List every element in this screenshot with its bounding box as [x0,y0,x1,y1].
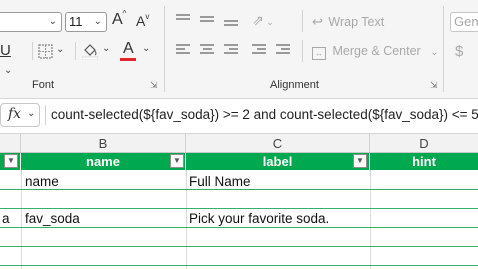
font-color-icon: A [123,40,134,57]
merge-center-button[interactable]: ↔ Merge & Center ⌄ [312,44,439,60]
fx-icon: fx [8,106,22,122]
cell-c-row1[interactable]: Full Name [189,174,251,189]
header-cell-hint[interactable]: hint [370,153,478,170]
shrink-font-button[interactable]: Av [136,12,156,33]
font-size-value: 11 [69,14,83,29]
header-cell-name[interactable]: name ▼ [21,153,186,170]
font-dialog-launcher-icon[interactable]: ⇲ [150,80,158,91]
filter-dropdown-icon[interactable]: ▼ [4,154,18,168]
shrink-font-icon: A [136,13,146,29]
font-color-button[interactable]: A ⌄ [120,40,154,62]
number-format-combo[interactable]: Gene [450,12,478,32]
align-left-icon[interactable] [176,44,190,56]
ribbon: ⌄ 11 ⌄ A^ Av U ⌄ ⌄ ⌄ A ⌄ Font ⇲ ⇗ ⌄ ↩ Wr… [0,0,478,99]
column-header-b[interactable]: B [21,134,186,153]
increase-indent-icon[interactable] [276,44,290,56]
alignment-group-label: Alignment [270,79,319,91]
wrap-text-icon: ↩ [312,14,323,29]
chevron-down-icon: ⌄ [142,43,151,54]
wrap-text-label: Wrap Text [328,15,385,29]
number-format-value: Gene [454,14,478,29]
font-name-combo[interactable]: ⌄ [0,12,62,32]
cell-b-row3[interactable]: fav_soda [25,211,80,226]
font-group-label: Font [32,79,55,91]
decrease-indent-icon[interactable] [252,44,266,56]
chevron-down-icon: ⌄ [430,47,439,58]
cell-b-row1[interactable]: name [25,174,59,189]
currency-icon: $ [455,43,464,60]
align-top-icon[interactable] [176,14,190,26]
paint-bucket-icon [82,44,98,60]
currency-button[interactable]: $ [455,43,463,60]
chevron-down-icon: ⌄ [27,108,36,119]
underline-button[interactable]: U ⌄ [0,42,26,76]
filter-dropdown-icon[interactable]: ▼ [353,154,367,168]
chevron-down-icon: ⌄ [93,16,102,27]
font-color-swatch [120,58,136,61]
table-header-row: ▼ name ▼ label ▼ hint [0,153,478,170]
font-size-combo[interactable]: 11 ⌄ [65,12,107,32]
align-middle-icon[interactable] [200,16,214,28]
borders-icon [38,44,53,59]
header-label-text: label [262,154,293,169]
align-right-icon[interactable] [224,44,238,56]
underline-icon: U [0,42,11,59]
orientation-icon[interactable]: ⇗ ⌄ [252,12,274,30]
formula-bar: fx ⌄ count-selected(${fav_soda}) >= 2 an… [0,99,478,134]
chevron-down-icon: ⌄ [102,43,111,54]
fill-color-button[interactable]: ⌄ [82,42,114,62]
formula-input[interactable]: count-selected(${fav_soda}) >= 2 and cou… [51,107,478,122]
cell-c-row3[interactable]: Pick your favorite soda. [189,211,329,226]
align-center-icon[interactable] [200,44,214,56]
cell-a-row3[interactable]: a [2,211,10,226]
header-cell-a[interactable]: ▼ [0,153,21,170]
filter-dropdown-icon[interactable]: ▼ [170,154,184,168]
column-header-a[interactable] [0,134,21,153]
alignment-dialog-launcher-icon[interactable]: ⇲ [430,80,438,91]
column-header-c[interactable]: C [186,134,370,153]
merge-center-icon: ↔ [312,47,326,60]
chevron-down-icon: ⌄ [48,16,57,27]
chevron-down-icon: ⌄ [56,44,65,55]
borders-button[interactable]: ⌄ [38,43,64,61]
grow-font-button[interactable]: A^ [112,9,132,31]
chevron-down-icon: ⌄ [4,65,13,76]
header-hint-text: hint [412,154,436,169]
header-name-text: name [86,154,120,169]
merge-center-label: Merge & Center [332,44,421,58]
grow-font-icon: A [112,11,123,28]
align-bottom-icon[interactable] [224,16,238,28]
column-header-d[interactable]: D [370,134,478,153]
insert-function-button[interactable]: fx ⌄ [0,103,40,127]
header-cell-label[interactable]: label ▼ [186,153,370,170]
wrap-text-button[interactable]: ↩ Wrap Text [312,14,384,30]
